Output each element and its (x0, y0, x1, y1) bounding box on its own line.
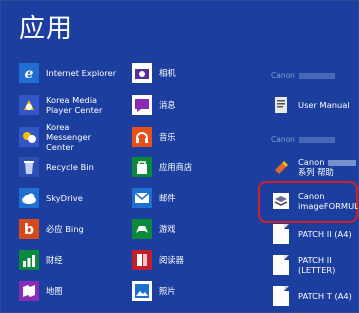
app-tile-canon-help[interactable]: Canon 系列 帮助 (271, 153, 357, 181)
app-label: User Manual (298, 100, 350, 110)
app-label: SkyDrive (46, 193, 83, 203)
document-icon (271, 286, 291, 306)
app-label: 照片 (159, 286, 176, 296)
app-tile-games[interactable]: 游戏 (132, 215, 176, 243)
app-label: 财经 (46, 255, 63, 265)
app-label: 消息 (159, 100, 176, 110)
games-icon (132, 219, 152, 239)
scanner-icon (271, 191, 291, 211)
app-label: 相机 (159, 68, 176, 78)
app-label: 音乐 (159, 132, 176, 142)
app-label: Internet Explorer (46, 68, 117, 78)
app-tile-user-manual[interactable]: User Manual (271, 91, 350, 119)
group-header-canon-1: Canon (271, 71, 335, 80)
reader-icon (132, 250, 152, 270)
app-tile-photos[interactable]: 照片 (132, 277, 176, 305)
messenger-icon (19, 127, 39, 147)
app-tile-patch-ii-letter[interactable]: PATCH II (LETTER) (271, 251, 335, 279)
media-player-icon (19, 95, 39, 115)
app-tile-skydrive[interactable]: SkyDrive (19, 184, 83, 212)
app-label: 必应 Bing (46, 224, 84, 234)
app-label: 地图 (46, 286, 63, 296)
skydrive-icon (19, 188, 39, 208)
document-icon (271, 224, 291, 244)
app-label: Canon imageFORMUL... (298, 191, 359, 211)
app-label: Korea Messenger Center (46, 122, 92, 152)
app-tile-bing[interactable]: b 必应 Bing (19, 215, 84, 243)
app-tile-maps[interactable]: 地图 (19, 277, 63, 305)
camera-icon (132, 63, 152, 83)
app-tile-store[interactable]: 应用商店 (132, 153, 192, 181)
app-tile-camera[interactable]: 相机 (132, 59, 176, 87)
app-tile-finance[interactable]: 财经 (19, 246, 63, 274)
messaging-icon (132, 95, 152, 115)
app-tile-messaging[interactable]: 消息 (132, 91, 176, 119)
app-label: Korea Media Player Center (46, 95, 103, 115)
internet-explorer-icon: e (19, 63, 39, 83)
app-label: PATCH T (A4) (298, 291, 352, 301)
app-label: PATCH II (A4) (298, 229, 352, 239)
app-tile-music[interactable]: 音乐 (132, 123, 176, 151)
page-title: 应用 (19, 14, 74, 44)
maps-icon (19, 281, 39, 301)
apps-screen: 应用 e Internet Explorer Korea Media Playe… (0, 0, 359, 313)
bing-icon: b (19, 219, 39, 239)
app-label: 邮件 (159, 193, 176, 203)
manual-icon (271, 95, 291, 115)
app-tile-korea-messenger-center[interactable]: Korea Messenger Center (19, 122, 116, 152)
app-tile-recycle-bin[interactable]: Recycle Bin (19, 153, 94, 181)
store-icon (132, 157, 152, 177)
mail-icon (132, 188, 152, 208)
app-label: 阅读器 (159, 255, 184, 265)
app-tile-reader[interactable]: 阅读器 (132, 246, 184, 274)
app-tile-mail[interactable]: 邮件 (132, 184, 176, 212)
app-label: Recycle Bin (46, 162, 94, 172)
music-icon (132, 127, 152, 147)
app-label: 应用商店 (159, 162, 193, 172)
app-label: 游戏 (159, 224, 176, 234)
app-label: PATCH II (LETTER) (298, 255, 336, 275)
svg-text:e: e (25, 66, 34, 82)
app-label: Canon 系列 帮助 (298, 157, 357, 177)
recycle-bin-icon (19, 157, 39, 177)
app-tile-canon-imageformula[interactable]: Canon imageFORMUL... (271, 187, 359, 215)
app-tile-internet-explorer[interactable]: e Internet Explorer (19, 59, 116, 87)
document-icon (271, 255, 291, 275)
app-tile-patch-t-a4[interactable]: PATCH T (A4) (271, 282, 352, 310)
svg-text:b: b (24, 222, 34, 238)
finance-icon (19, 250, 39, 270)
group-header-canon-2: Canon (271, 135, 335, 144)
photos-icon (132, 281, 152, 301)
app-tile-korea-media-player-center[interactable]: Korea Media Player Center (19, 91, 116, 119)
app-tile-patch-ii-a4[interactable]: PATCH II (A4) (271, 220, 352, 248)
help-icon (271, 157, 291, 177)
